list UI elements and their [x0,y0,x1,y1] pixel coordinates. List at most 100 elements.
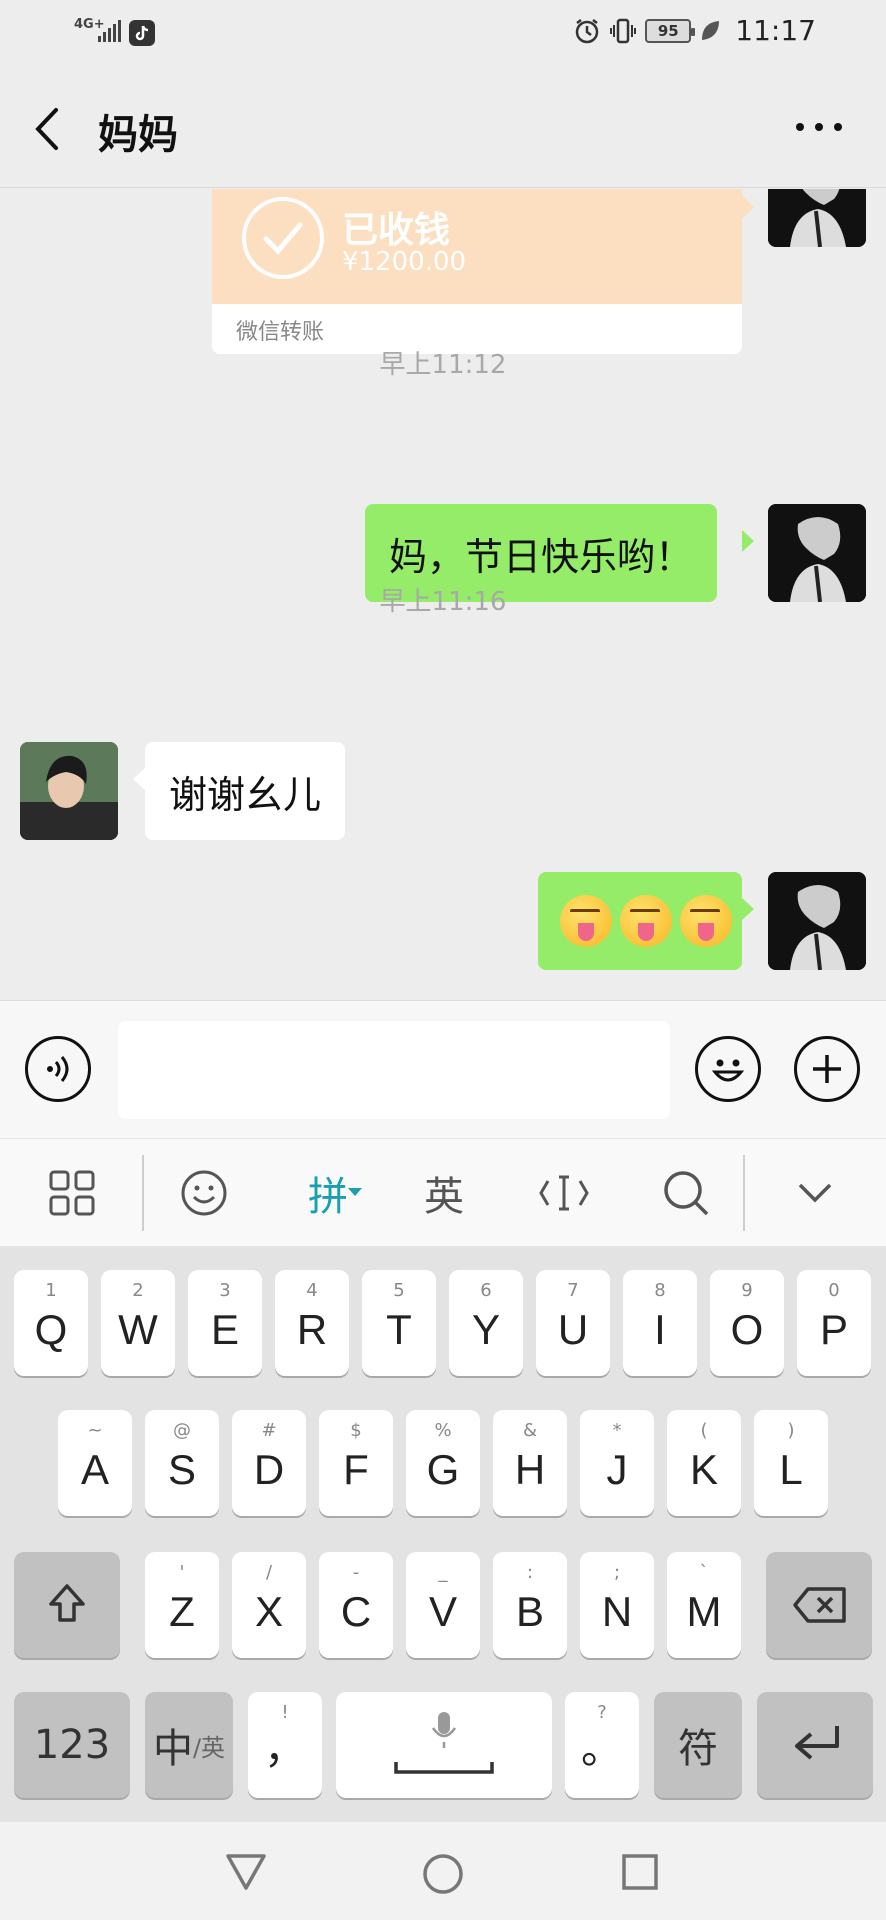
key-secondary-label: 2 [132,1280,144,1301]
key-label: F [343,1446,369,1493]
more-options-button[interactable] [796,112,846,142]
system-nav-bar [0,1822,886,1920]
transfer-card[interactable]: 已收钱 ¥1200.00 微信转账 [212,189,742,354]
shift-arrow-icon [49,1584,85,1622]
contact-avatar[interactable] [20,742,118,840]
key-enter[interactable] [757,1692,873,1798]
tiktok-icon [129,20,155,46]
recents-square-icon[interactable] [620,1852,660,1892]
pinyin-label: 拼 [308,1174,348,1220]
key-r[interactable]: 4R [275,1270,349,1376]
transfer-amount: ¥1200.00 [342,247,467,277]
key-secondary-label: _ [438,1562,448,1583]
key-n[interactable]: ; N [580,1552,654,1658]
key-comma[interactable]: ! ， [248,1692,322,1798]
received-message[interactable]: 谢谢幺儿 [145,742,346,840]
key-shift[interactable] [14,1552,120,1658]
microphone-icon [431,1712,457,1748]
ime-menu-button[interactable] [40,1161,104,1225]
timestamp: 早上11:12 [379,350,507,380]
ime-toolbar: 拼 英 [0,1138,886,1246]
key-y[interactable]: 6Y [449,1270,523,1376]
key-secondary-label: ) [787,1420,795,1441]
key-label: B [515,1588,544,1635]
text-cursor-icon [539,1175,589,1211]
key-secondary-label: ( [700,1420,708,1441]
bubble-tail [742,195,754,219]
key-label: X [254,1588,283,1635]
back-triangle-icon[interactable] [224,1852,268,1892]
key-t[interactable]: 5T [362,1270,436,1376]
key-123[interactable]: 123 [14,1692,130,1798]
message-list[interactable]: 已收钱 ¥1200.00 微信转账 早上11:12 妈，节日快乐哟！ 早上11:… [0,189,886,1000]
voice-button[interactable] [25,1036,91,1102]
backspace-icon [793,1587,846,1623]
key-s[interactable]: @ S [145,1410,219,1516]
key-v[interactable]: _ V [406,1552,480,1658]
key-l[interactable]: ) L [754,1410,828,1516]
key-c[interactable]: -C [319,1552,393,1658]
key-w[interactable]: 2W [101,1270,175,1376]
key-d[interactable]: # D [232,1410,306,1516]
squinting-tongue-emoji-icon [620,895,672,947]
enter-icon [795,1726,839,1760]
key-label: T [386,1306,412,1353]
ime-cursor-button[interactable] [532,1161,596,1225]
key-b[interactable]: :B [493,1552,567,1658]
my-avatar[interactable] [768,872,866,970]
key-g[interactable]: % G [406,1410,480,1516]
key-secondary-label: % [434,1420,452,1441]
key-z[interactable]: ' Z [145,1552,219,1658]
key-j[interactable]: * J [580,1410,654,1516]
key-q[interactable]: 1Q [14,1270,88,1376]
key-label: O [730,1306,764,1353]
squinting-tongue-emoji-icon [680,895,732,947]
search-icon [664,1171,709,1216]
key-m[interactable]: ` M [667,1552,741,1658]
battery-indicator: 95 [645,18,696,43]
ime-collapse-button[interactable] [783,1161,847,1225]
smiley-icon [181,1170,227,1216]
key-label: H [514,1446,546,1493]
my-avatar[interactable] [768,189,866,247]
ime-search-button[interactable] [654,1161,718,1225]
more-actions-button[interactable] [794,1036,860,1102]
key-period[interactable]: ? 。 [565,1692,639,1798]
key-symbols[interactable]: 符 [654,1692,742,1798]
key-label: E [210,1306,239,1353]
key-u[interactable]: 7U [536,1270,610,1376]
key-language[interactable]: 中/英 [145,1692,233,1798]
key-f[interactable]: $ F [319,1410,393,1516]
key-label: Z [169,1588,195,1635]
key-secondary-label: 7 [567,1280,579,1301]
key-label: M [686,1588,722,1635]
chat-header: 妈妈 [0,68,886,188]
key-backspace[interactable] [766,1552,872,1658]
key-space[interactable] [336,1692,552,1798]
key-h[interactable]: & H [493,1410,567,1516]
key-secondary-label: : [526,1562,534,1583]
key-p[interactable]: 0P [797,1270,871,1376]
emoji-button[interactable] [695,1036,761,1102]
key-a[interactable]: ~ A [58,1410,132,1516]
key-o[interactable]: 9O [710,1270,784,1376]
key-e[interactable]: 3E [188,1270,262,1376]
key-label: J [606,1446,628,1493]
divider [142,1155,144,1231]
ime-pinyin-button[interactable]: 拼 [295,1161,375,1225]
message-input[interactable] [118,1021,670,1119]
back-button[interactable] [28,104,68,154]
ime-emoji-button[interactable] [172,1161,236,1225]
key-x[interactable]: / X [232,1552,306,1658]
sent-emoji-message[interactable] [538,872,742,970]
ime-english-button[interactable]: 英 [412,1161,476,1225]
check-circle-icon [242,197,324,279]
grid-icon [49,1170,95,1216]
keyboard: 123 中/英 ! ， ? 。 符 1 Q 2 W 3 E 4 R 5 T 6 Y 7 U 8 I 9 O 0 P ~ A… [0,1246,886,1822]
more-dot-icon [815,123,823,131]
chevron-left-icon [35,108,58,150]
key-i[interactable]: 8I [623,1270,697,1376]
key-k[interactable]: (K [667,1410,741,1516]
home-circle-icon[interactable] [421,1852,465,1896]
status-bar: 4G+ 95 11:17 [0,0,886,68]
